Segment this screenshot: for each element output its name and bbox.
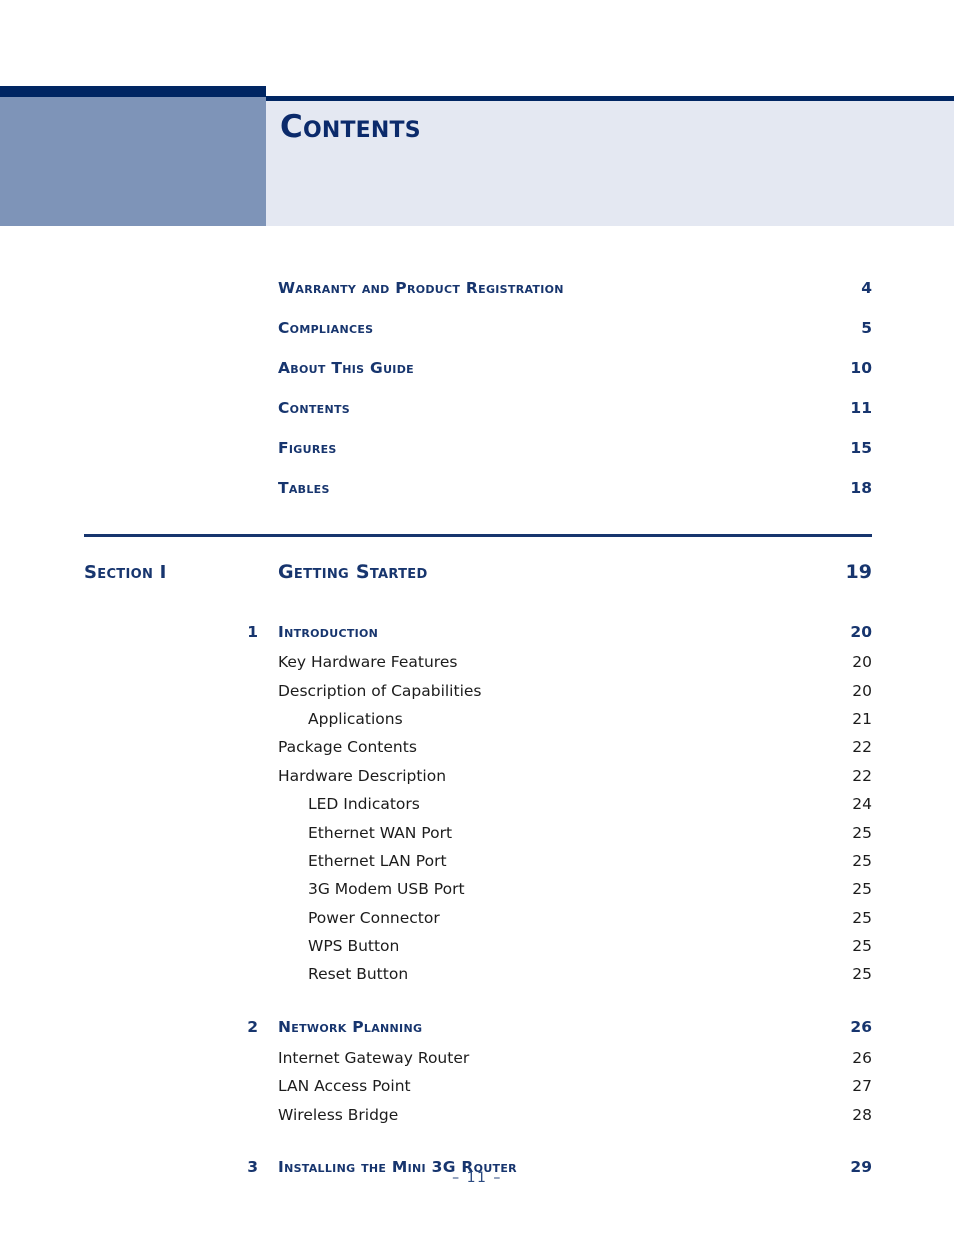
entry-page-number: 27 (852, 1077, 872, 1096)
entry-page-number: 24 (852, 795, 872, 814)
toc-entry-level-3[interactable]: 3G Modem USB Port 25 (84, 875, 872, 903)
entry-page-number: 11 (850, 399, 872, 417)
entry-page-number: 21 (852, 709, 872, 728)
entry-page-number: 28 (852, 1105, 872, 1124)
front-matter-entry[interactable]: Contents 11 (84, 388, 872, 428)
entry-page-number: 4 (861, 279, 872, 297)
front-matter-entry[interactable]: Compliances 5 (84, 308, 872, 348)
front-matter-entry[interactable]: About This Guide 10 (84, 348, 872, 388)
entry-page-number: 25 (852, 965, 872, 984)
entry-page-number: 22 (852, 738, 872, 757)
entry-page-number: 22 (852, 766, 872, 785)
page-footer: – 11 – (452, 1170, 502, 1186)
chapter-label: Network Planning (278, 1018, 423, 1037)
header-slate-block (0, 97, 266, 226)
front-matter-list: Warranty and Product Registration 4 Compli… (0, 226, 954, 508)
toc-entry-level-3[interactable]: LED Indicators 24 (84, 790, 872, 818)
section-row[interactable]: Section I Getting Started 19 (84, 549, 872, 595)
entry-page-number: 25 (852, 937, 872, 956)
front-matter-entry[interactable]: Tables 18 (84, 468, 872, 508)
entry-label: Wireless Bridge (278, 1105, 399, 1124)
entry-label: Package Contents (278, 738, 417, 757)
toc-entry-level-3[interactable]: WPS Button 25 (84, 932, 872, 960)
section-divider-rule (84, 534, 872, 537)
section-label: Getting Started (278, 561, 428, 583)
entry-label: Ethernet WAN Port (308, 823, 453, 842)
header-navy-accent-bar (0, 86, 266, 97)
entry-label: Compliances (278, 319, 374, 337)
entry-label: LED Indicators (308, 795, 420, 814)
entry-label: Tables (278, 479, 330, 497)
entry-label: Reset Button (308, 965, 409, 984)
entry-label: LAN Access Point (278, 1077, 411, 1096)
toc-entry-level-3[interactable]: Reset Button 25 (84, 960, 872, 988)
toc-entry-level-2[interactable]: LAN Access Point 27 (84, 1072, 872, 1100)
entry-page-number: 25 (852, 880, 872, 899)
toc-entry-level-2[interactable]: Description of Capabilities 20 (84, 676, 872, 704)
chapter-group: 2 Network Planning 26 Internet Gateway Rout… (0, 1011, 954, 1129)
toc-entry-level-2[interactable]: Key Hardware Features 20 (84, 648, 872, 676)
front-matter-entry[interactable]: Figures 15 (84, 428, 872, 468)
entry-label: Key Hardware Features (278, 653, 458, 672)
chapter-number: 1 (247, 622, 258, 641)
entry-label: About This Guide (278, 359, 414, 377)
toc-entry-level-3[interactable]: Ethernet LAN Port 25 (84, 847, 872, 875)
entry-page-number: 25 (852, 908, 872, 927)
entry-label: Warranty and Product Registration (278, 279, 564, 297)
page-header: Contents (0, 0, 954, 226)
entry-label: Figures (278, 439, 337, 457)
entry-label: 3G Modem USB Port (308, 880, 465, 899)
header-title-panel: Contents (266, 101, 954, 226)
table-of-contents: Warranty and Product Registration 4 Compli… (0, 226, 954, 1184)
toc-entry-level-3[interactable]: Ethernet WAN Port 25 (84, 818, 872, 846)
toc-entry-level-3[interactable]: Power Connector 25 (84, 904, 872, 932)
chapter-group: 1 Introduction 20 Key Hardware Features 20 De… (0, 615, 954, 989)
chapter-number: 2 (247, 1018, 258, 1037)
toc-entry-level-2[interactable]: Package Contents 22 (84, 733, 872, 761)
entry-label: Applications (308, 709, 403, 728)
entry-page-number: 5 (861, 319, 872, 337)
chapter-label: Introduction (278, 622, 379, 641)
toc-entry-level-2[interactable]: Wireless Bridge 28 (84, 1100, 872, 1128)
entry-label: Hardware Description (278, 766, 447, 785)
entry-page-number: 18 (850, 479, 872, 497)
entry-label: WPS Button (308, 937, 400, 956)
chapter-page-number: 26 (850, 1018, 872, 1037)
entry-page-number: 26 (852, 1048, 872, 1067)
entry-label: Power Connector (308, 908, 440, 927)
section-tag: Section I (84, 561, 167, 583)
toc-entry-level-3[interactable]: Applications 21 (84, 705, 872, 733)
section-page-number: 19 (845, 561, 872, 583)
entry-page-number: 20 (852, 653, 872, 672)
entry-label: Description of Capabilities (278, 681, 482, 700)
entry-page-number: 20 (852, 681, 872, 700)
front-matter-entry[interactable]: Warranty and Product Registration 4 (84, 268, 872, 308)
entry-page-number: 25 (852, 851, 872, 870)
entry-label: Internet Gateway Router (278, 1048, 470, 1067)
toc-entry-level-2[interactable]: Internet Gateway Router 26 (84, 1044, 872, 1072)
entry-page-number: 25 (852, 823, 872, 842)
chapter-row[interactable]: 1 Introduction 20 (84, 615, 872, 648)
entry-page-number: 10 (850, 359, 872, 377)
chapter-list: 1 Introduction 20 Key Hardware Features 20 De… (0, 615, 954, 1184)
entry-page-number: 15 (850, 439, 872, 457)
page-title: Contents (280, 109, 421, 145)
entry-label: Contents (278, 399, 350, 417)
chapter-row[interactable]: 2 Network Planning 26 (84, 1011, 872, 1044)
entry-label: Ethernet LAN Port (308, 851, 447, 870)
chapter-page-number: 20 (850, 622, 872, 641)
toc-entry-level-2[interactable]: Hardware Description 22 (84, 762, 872, 790)
